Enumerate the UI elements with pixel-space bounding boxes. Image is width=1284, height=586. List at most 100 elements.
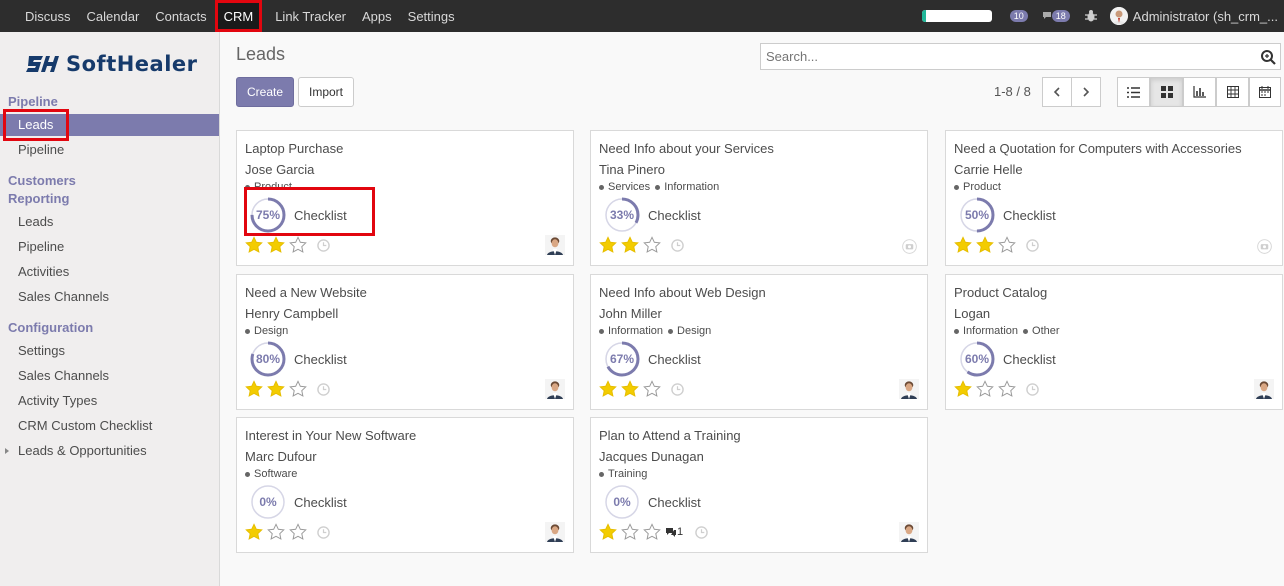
checklist-label[interactable]: Checklist — [294, 352, 347, 367]
star-icon[interactable] — [289, 380, 307, 398]
clock-icon[interactable] — [317, 526, 330, 539]
sidebar-item-crm-custom-checklist[interactable]: CRM Custom Checklist — [0, 415, 219, 437]
assignee-avatar[interactable] — [1254, 379, 1274, 399]
pager-next-button[interactable] — [1071, 77, 1101, 107]
sidebar-item-activities[interactable]: Activities — [0, 261, 219, 283]
menu-crm[interactable]: CRM — [214, 0, 263, 32]
checklist-label[interactable]: Checklist — [1003, 208, 1056, 223]
star-icon[interactable] — [643, 523, 661, 541]
camera-icon[interactable] — [902, 239, 917, 254]
star-icon[interactable] — [599, 236, 617, 254]
search-icon[interactable] — [1260, 49, 1276, 65]
clock-icon[interactable] — [695, 526, 708, 539]
menu-settings[interactable]: Settings — [400, 0, 463, 32]
star-icon[interactable] — [998, 236, 1016, 254]
star-icon[interactable] — [267, 236, 285, 254]
assignee-avatar[interactable] — [899, 522, 919, 542]
checklist-label[interactable]: Checklist — [648, 352, 701, 367]
star-icon[interactable] — [289, 236, 307, 254]
kanban-card[interactable]: Need a New Website Henry Campbell Design 80… — [236, 274, 574, 410]
clock-icon[interactable] — [317, 383, 330, 396]
sidebar-item-reporting-leads[interactable]: Leads — [0, 211, 219, 233]
user-avatar[interactable] — [1109, 7, 1128, 25]
checklist-label[interactable]: Checklist — [648, 208, 701, 223]
calendar-view-button[interactable] — [1249, 77, 1281, 107]
caret-right-icon — [5, 448, 9, 454]
star-icon[interactable] — [267, 380, 285, 398]
graph-view-button[interactable] — [1183, 77, 1216, 107]
assignee-avatar[interactable] — [899, 379, 919, 399]
clock-icon[interactable] — [671, 383, 684, 396]
assignee-avatar[interactable] — [545, 379, 565, 399]
sidebar-item-leads[interactable]: Leads — [0, 109, 219, 141]
assignee-avatar[interactable] — [545, 522, 565, 542]
clock-icon[interactable] — [1026, 383, 1039, 396]
assignee-avatar[interactable] — [545, 235, 565, 255]
messaging-menu[interactable]: 18 — [1042, 10, 1070, 22]
sidebar-item-reporting-pipeline[interactable]: Pipeline — [0, 236, 219, 258]
checklist-label[interactable]: Checklist — [648, 495, 701, 510]
section-pipeline[interactable]: Pipeline — [8, 94, 58, 109]
clock-icon[interactable] — [1026, 239, 1039, 252]
menu-calendar[interactable]: Calendar — [79, 0, 148, 32]
softhealer-logo-icon — [26, 56, 59, 72]
kanban-card[interactable]: Plan to Attend a Training Jacques Dunagan… — [590, 417, 928, 553]
checklist-label[interactable]: Checklist — [294, 495, 347, 510]
star-icon[interactable] — [245, 236, 263, 254]
star-icon[interactable] — [998, 380, 1016, 398]
kanban-card[interactable]: Need Info about your Services Tina Pinero… — [590, 130, 928, 266]
checklist-label[interactable]: Checklist — [1003, 352, 1056, 367]
star-icon[interactable] — [621, 380, 639, 398]
menu-apps[interactable]: Apps — [354, 0, 400, 32]
star-icon[interactable] — [954, 236, 972, 254]
section-reporting[interactable]: Reporting — [8, 191, 69, 206]
kanban-card[interactable]: Need a Quotation for Computers with Acce… — [945, 130, 1283, 266]
pager-previous-button[interactable] — [1042, 77, 1072, 107]
star-icon[interactable] — [599, 380, 617, 398]
onboarding-progress-bar[interactable] — [921, 10, 992, 22]
checklist-progress-label: 0% — [613, 495, 631, 509]
star-icon[interactable] — [621, 236, 639, 254]
star-icon[interactable] — [643, 236, 661, 254]
sidebar-item-pipeline[interactable]: Pipeline — [0, 139, 219, 161]
camera-icon[interactable] — [1257, 239, 1272, 254]
star-icon[interactable] — [976, 380, 994, 398]
menu-contacts[interactable]: Contacts — [147, 0, 214, 32]
activity-menu[interactable]: 10 — [1009, 10, 1028, 22]
star-icon[interactable] — [289, 523, 307, 541]
star-icon[interactable] — [954, 380, 972, 398]
list-view-button[interactable] — [1117, 77, 1150, 107]
sidebar-item-settings[interactable]: Settings — [0, 340, 219, 362]
create-button[interactable]: Create — [236, 77, 294, 107]
search-box[interactable] — [760, 43, 1281, 70]
import-button[interactable]: Import — [298, 77, 354, 107]
menu-link-tracker[interactable]: Link Tracker — [267, 0, 354, 32]
menu-discuss[interactable]: Discuss — [0, 0, 79, 32]
star-icon[interactable] — [245, 523, 263, 541]
sidebar-item-sales-channels[interactable]: Sales Channels — [0, 286, 219, 308]
search-input[interactable] — [761, 49, 1241, 64]
star-icon[interactable] — [621, 523, 639, 541]
sidebar-item-leads-opportunities[interactable]: Leads & Opportunities — [0, 440, 219, 462]
sidebar-item-activity-types[interactable]: Activity Types — [0, 390, 219, 412]
kanban-card[interactable]: Need Info about Web Design John Miller Inf… — [590, 274, 928, 410]
star-icon[interactable] — [599, 523, 617, 541]
message-count[interactable]: 1 — [665, 526, 683, 538]
bug-icon[interactable] — [1084, 9, 1098, 23]
user-menu[interactable]: Administrator (sh_crm_... — [1133, 9, 1278, 24]
section-configuration[interactable]: Configuration — [8, 320, 93, 335]
clock-icon[interactable] — [671, 239, 684, 252]
star-icon[interactable] — [643, 380, 661, 398]
star-icon[interactable] — [245, 380, 263, 398]
kanban-card[interactable]: Interest in Your New Software Marc Dufour… — [236, 417, 574, 553]
sidebar-item-config-sales-channels[interactable]: Sales Channels — [0, 365, 219, 387]
star-icon[interactable] — [976, 236, 994, 254]
pager-value[interactable]: 1-8 / 8 — [994, 84, 1031, 99]
star-icon[interactable] — [267, 523, 285, 541]
pivot-view-button[interactable] — [1216, 77, 1249, 107]
card-customer: Logan — [954, 306, 991, 321]
kanban-card[interactable]: Product Catalog Logan Information Other 60% C… — [945, 274, 1283, 410]
kanban-view-button[interactable] — [1150, 77, 1183, 107]
section-customers[interactable]: Customers — [8, 173, 76, 188]
clock-icon[interactable] — [317, 239, 330, 252]
